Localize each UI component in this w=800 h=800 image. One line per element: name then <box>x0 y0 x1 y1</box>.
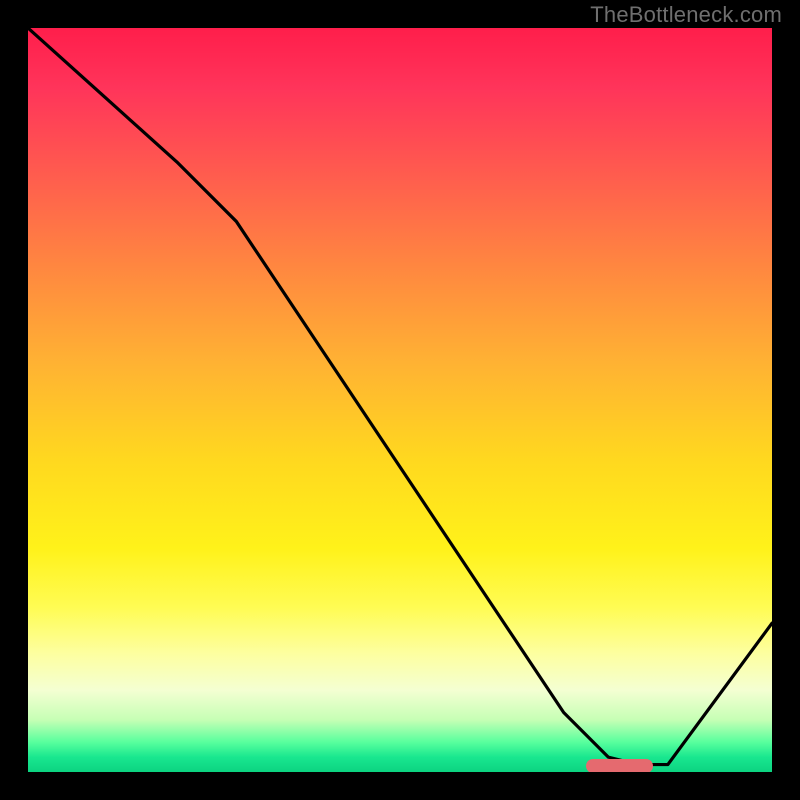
chart-canvas: TheBottleneck.com <box>0 0 800 800</box>
bottleneck-curve <box>28 28 772 772</box>
watermark-text: TheBottleneck.com <box>590 2 782 28</box>
plot-area <box>28 28 772 772</box>
curve-path <box>28 28 772 765</box>
optimal-range-marker <box>586 759 653 772</box>
